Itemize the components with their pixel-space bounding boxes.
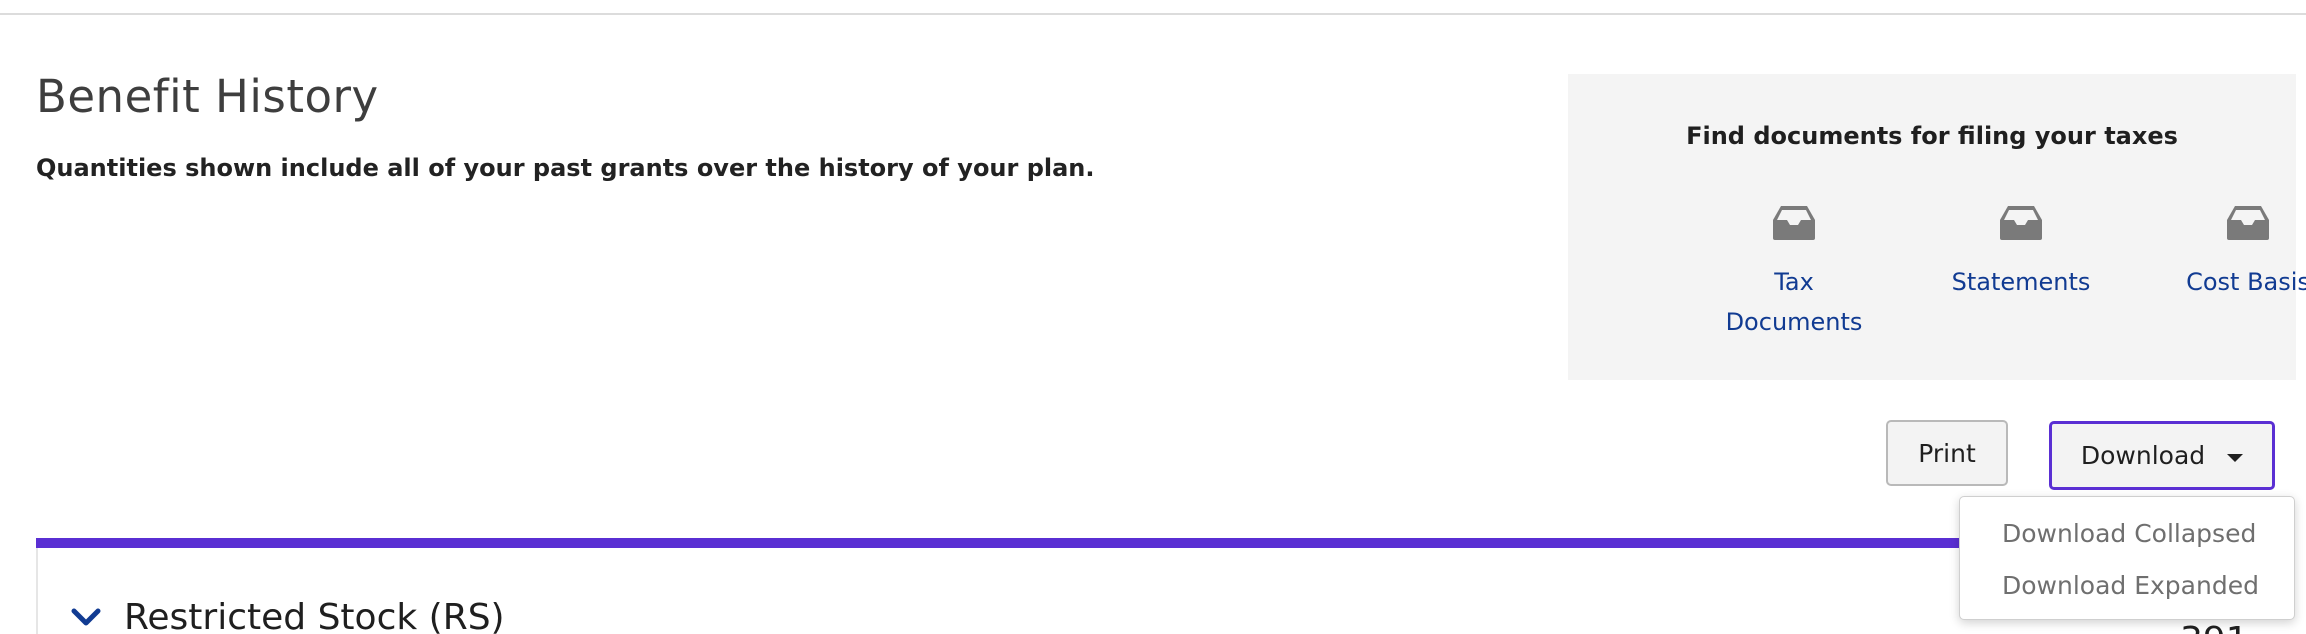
print-button[interactable]: Print [1886, 420, 2008, 486]
benefit-history-page: Benefit History Quantities shown include… [0, 0, 2306, 634]
section-border [36, 548, 38, 634]
restricted-stock-toggle[interactable]: Restricted Stock (RS) [70, 592, 505, 634]
inbox-icon [2227, 206, 2269, 240]
inbox-icon [2000, 206, 2042, 240]
page-title: Benefit History [36, 70, 379, 123]
tax-documents-label: Tax Documents [1725, 268, 1863, 336]
inbox-icon [1773, 206, 1815, 240]
download-button[interactable]: Download [2049, 421, 2275, 490]
caret-down-icon [2227, 453, 2244, 462]
tax-documents-link[interactable]: Tax Documents [1704, 204, 1884, 342]
section-title: Restricted Stock (RS) [124, 596, 505, 634]
download-collapsed-option[interactable]: Download Collapsed [1960, 507, 2294, 559]
cost-basis-link[interactable]: Cost Basis [2158, 204, 2306, 302]
tax-panel-heading: Find documents for filing your taxes [1686, 122, 2178, 150]
download-dropdown-menu: Download Collapsed Download Expanded [1959, 496, 2295, 620]
tax-documents-panel: Find documents for filing your taxes Tax… [1568, 74, 2306, 380]
statements-label: Statements [1951, 268, 2091, 296]
download-expanded-option[interactable]: Download Expanded [1960, 559, 2294, 611]
cost-basis-label: Cost Basis [2186, 268, 2306, 296]
page-subtitle: Quantities shown include all of your pas… [36, 154, 1095, 182]
download-button-label: Download [2080, 441, 2206, 470]
section-count: 391 [2180, 620, 2249, 634]
statements-link[interactable]: Statements [1931, 204, 2111, 302]
section-accent-bar [36, 538, 2276, 548]
header-divider [0, 13, 2306, 15]
chevron-down-icon [71, 608, 101, 626]
